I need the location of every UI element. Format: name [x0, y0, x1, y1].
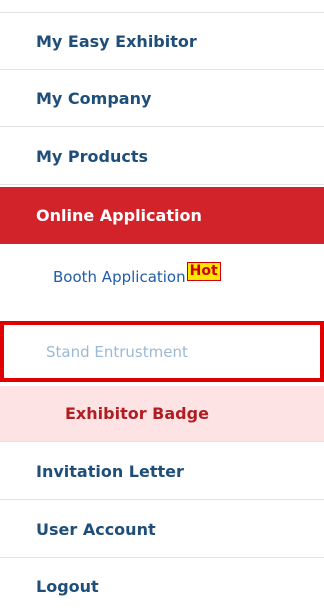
menu-item-invitation-letter[interactable]: Invitation Letter: [0, 443, 324, 500]
submenu-item-stand-entrustment[interactable]: Stand Entrustment: [0, 321, 324, 382]
menu-item-label: User Account: [36, 519, 156, 539]
menu-item-online-application[interactable]: Online Application: [0, 187, 324, 244]
booth-application-text: Booth Application: [53, 268, 186, 286]
hot-badge: Hot: [186, 262, 221, 281]
menu-item-my-easy-exhibitor[interactable]: My Easy Exhibitor: [0, 13, 324, 70]
menu-item-user-account[interactable]: User Account: [0, 501, 324, 558]
menu-item-label: My Products: [36, 146, 149, 166]
submenu-item-exhibitor-badge[interactable]: Exhibitor Badge: [0, 386, 324, 442]
submenu-item-label: Stand Entrustment: [46, 342, 188, 361]
menu-item-label: My Easy Exhibitor: [36, 31, 197, 51]
submenu-item-label: Booth Application Hot: [0, 262, 221, 288]
menu-item-label: Invitation Letter: [36, 461, 184, 481]
menu-item-my-products[interactable]: My Products: [0, 128, 324, 185]
side-menu: My Easy Exhibitor My Company My Products…: [0, 0, 324, 614]
menu-item-logout[interactable]: Logout: [0, 558, 324, 615]
menu-item-label: Logout: [36, 577, 99, 596]
menu-item-label: My Company: [36, 88, 152, 108]
submenu-item-label: Exhibitor Badge: [65, 404, 209, 423]
menu-item-label: Online Application: [36, 205, 202, 225]
menu-item-my-company[interactable]: My Company: [0, 70, 324, 127]
submenu-item-booth-application[interactable]: Booth Application Hot: [0, 250, 324, 306]
